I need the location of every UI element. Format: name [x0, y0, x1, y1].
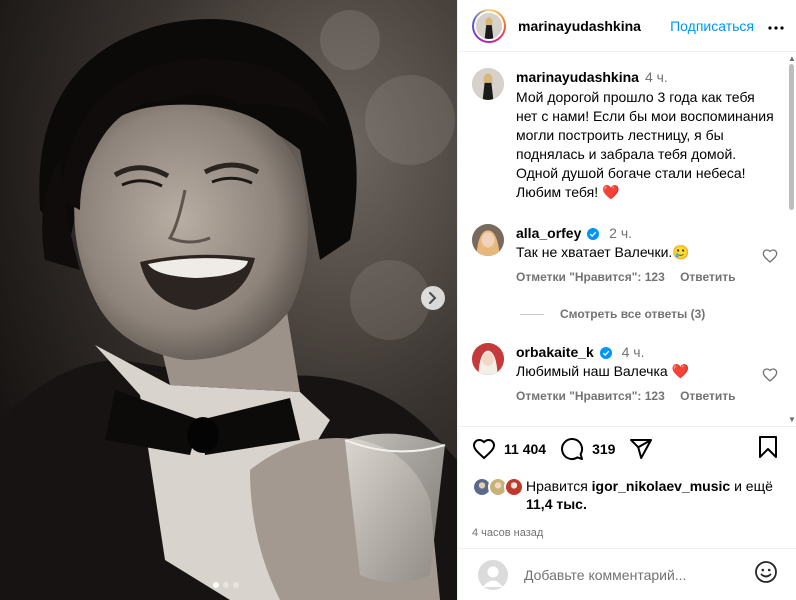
comment-time[interactable]: 2 ч. [609, 225, 632, 241]
scroll-down-arrow-icon[interactable]: ▼ [788, 415, 796, 424]
post-header: marinayudashkina Подписаться [458, 0, 796, 52]
liked-by-user[interactable]: igor_nikolaev_music [592, 478, 731, 494]
comment-input[interactable] [524, 566, 754, 583]
follow-button[interactable]: Подписаться [670, 18, 754, 34]
liked-by: Нравится igor_nikolaev_music и ещё 11,4 … [472, 477, 778, 513]
heart-outline-icon [762, 368, 778, 382]
save-button[interactable] [758, 435, 778, 464]
like-comment-button[interactable] [762, 367, 778, 388]
caption-time[interactable]: 4 ч. [645, 69, 668, 85]
add-comment-bar [458, 548, 796, 600]
commenter-username[interactable]: alla_orfey [516, 225, 581, 241]
user-placeholder-icon [483, 566, 503, 587]
next-photo-button[interactable] [421, 286, 445, 310]
scroll-up-arrow-icon[interactable]: ▲ [788, 54, 796, 63]
comment-likes-count[interactable]: Отметки "Нравится": 123 [516, 270, 665, 284]
post-timestamp[interactable]: 4 часов назад [472, 527, 778, 539]
heart-outline-icon [762, 249, 778, 263]
caption-heart-emoji: ❤️ [602, 184, 620, 200]
heart-icon [472, 438, 496, 460]
comment-text: Любимый наш Валечка [516, 363, 668, 379]
comments-scroll-area[interactable]: marinayudashkina 4 ч. Мой дорогой прошло … [458, 52, 796, 426]
comment-icon [561, 438, 584, 460]
comment-emoji: 🥲 [672, 244, 690, 260]
emoji-button[interactable] [754, 560, 778, 589]
commenter-username[interactable]: orbakaite_k [516, 344, 594, 360]
caption-avatar[interactable] [472, 68, 504, 100]
scrollbar-thumb[interactable] [789, 64, 794, 210]
comments-scrollbar[interactable]: ▲ ▼ [786, 52, 796, 426]
caption-username[interactable]: marinayudashkina [516, 69, 639, 85]
likes-count[interactable]: 11 404 [504, 441, 546, 457]
comment-time[interactable]: 4 ч. [622, 344, 645, 360]
more-horizontal-icon [768, 25, 784, 30]
author-avatar[interactable] [472, 8, 506, 43]
commenter-avatar[interactable] [472, 343, 504, 375]
carousel-dot[interactable] [233, 582, 239, 588]
carousel-dot[interactable] [223, 582, 229, 588]
caption-text: Мой дорогой прошло 3 года как тебя нет с… [516, 89, 774, 200]
verified-badge-icon [587, 228, 600, 240]
comment-emoji: ❤️ [671, 363, 690, 379]
post-actions: 11 404 319 Нравится igor_nikolaev_music … [458, 426, 796, 539]
comment-item: orbakaite_k 4 ч. Любимый наш Валечка ❤️ … [472, 343, 778, 406]
bookmark-icon [759, 435, 777, 458]
share-button[interactable] [629, 437, 653, 461]
view-replies-button[interactable]: Смотреть все ответы (3) [520, 307, 778, 321]
liked-by-prefix: Нравится [526, 478, 588, 494]
like-button[interactable] [472, 437, 496, 461]
chevron-right-icon [429, 292, 437, 304]
reply-button[interactable]: Ответить [680, 270, 735, 284]
divider-line [520, 313, 544, 315]
post-media[interactable] [0, 0, 457, 600]
comment-text: Так не хватает Валечки. [516, 244, 673, 260]
liked-by-others[interactable]: 11,4 тыс. [526, 496, 587, 512]
post-details-panel: marinayudashkina Подписаться marinayudas… [457, 0, 796, 600]
reply-button[interactable]: Ответить [680, 389, 735, 403]
carousel-dot[interactable] [213, 582, 219, 588]
author-username[interactable]: marinayudashkina [518, 18, 641, 34]
liked-by-suffix: и ещё [734, 478, 773, 494]
comment-likes-count[interactable]: Отметки "Нравится": 123 [516, 389, 665, 403]
comments-count[interactable]: 319 [592, 441, 615, 457]
post-caption: marinayudashkina 4 ч. Мой дорогой прошло … [472, 68, 778, 202]
more-options-button[interactable] [768, 17, 784, 35]
carousel-indicator [213, 582, 239, 588]
emoji-smiley-icon [755, 561, 777, 583]
comment-item: alla_orfey 2 ч. Так не хватает Валечки.🥲… [472, 224, 778, 287]
commenter-avatar[interactable] [472, 224, 504, 256]
post-photo [0, 0, 457, 600]
comment-button[interactable] [560, 437, 584, 461]
like-comment-button[interactable] [762, 248, 778, 269]
send-icon [630, 439, 653, 459]
current-user-avatar [478, 559, 508, 590]
verified-badge-icon [599, 347, 612, 359]
liker-avatars[interactable] [472, 477, 524, 497]
view-replies-label: Смотреть все ответы (3) [560, 307, 706, 321]
